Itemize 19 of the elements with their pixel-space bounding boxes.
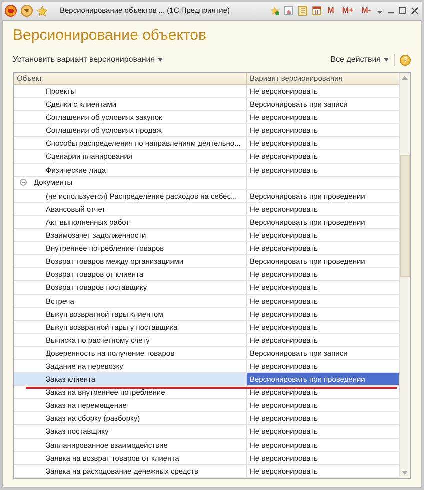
star-icon[interactable] <box>37 6 48 16</box>
memory-button[interactable]: M <box>326 5 336 17</box>
all-actions-button[interactable]: Все действия <box>330 54 395 66</box>
memory-button[interactable]: M+ <box>340 5 356 17</box>
memory-button[interactable]: M- <box>360 5 373 17</box>
caret-icon <box>158 58 164 62</box>
maximize-icon[interactable] <box>399 7 407 15</box>
form-title: Версионирование объектов <box>13 26 208 46</box>
caret-icon[interactable] <box>377 8 383 14</box>
calendar-icon[interactable] <box>312 6 322 16</box>
set-variant-button[interactable]: Установить вариант версионирования <box>13 54 164 66</box>
favorite-add-icon[interactable] <box>270 6 280 16</box>
collapse-icon[interactable] <box>20 179 27 186</box>
close-icon[interactable] <box>411 7 419 15</box>
app-logo-icon[interactable] <box>5 5 17 17</box>
home-icon[interactable] <box>284 6 294 16</box>
caret-icon <box>384 58 389 62</box>
scrollbar[interactable] <box>399 73 410 478</box>
menu-dropdown-icon[interactable] <box>21 5 33 17</box>
